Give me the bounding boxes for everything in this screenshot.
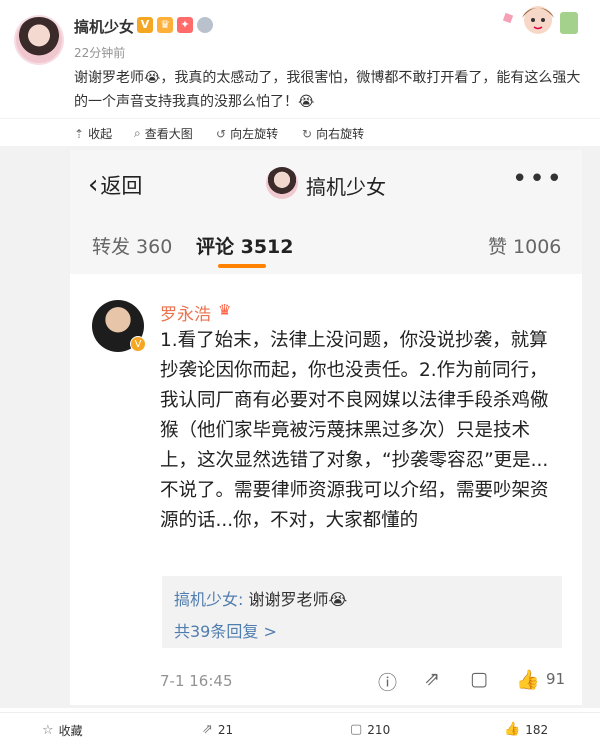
repost-icon: ⇗ — [202, 722, 213, 737]
report-icon: ⓘ — [378, 672, 398, 694]
like-button[interactable]: 👍 182 — [504, 722, 548, 737]
star-icon: ☆ — [42, 723, 54, 738]
crown-icon: ♛ — [218, 301, 232, 319]
arrow-up-icon: ⇡ — [74, 126, 85, 141]
comment-item: V 罗永浩 ♛ 1.看了始末，法律上没问题，你没说抄袭，就算抄袭论因你而起，你也… — [70, 274, 582, 705]
comment-count: 210 — [367, 722, 391, 737]
image-toolbar: ⇡ 收起 ⌕ 查看大图 ↺ 向左旋转 ↻ 向右旋转 — [0, 118, 600, 146]
thumbs-up-icon: 👍 — [516, 669, 540, 691]
rotate-left-icon: ↺ — [216, 126, 227, 141]
comment-like-count: 91 — [546, 670, 566, 688]
active-tab-indicator — [218, 264, 266, 268]
repost-button[interactable]: ⇗ 21 — [202, 722, 233, 737]
fan-badge-icon[interactable]: ✦ — [177, 17, 193, 33]
comment-text: 1.看了始末，法律上没问题，你没说抄袭，就算抄袭论因你而起，你也没责任。2.作为… — [160, 330, 549, 531]
embedded-screenshot[interactable]: ‹ 返回 搞机少女 ••• 转发 360 评论 3512 赞 1006 V 罗永… — [70, 150, 582, 705]
like-count: 182 — [525, 722, 549, 737]
post-header: 搞机少女 V ♛ ✦ 22分钟前 谢谢罗老师😭，我真的太感动了，我很害怕，微博都… — [0, 0, 600, 120]
chevron-left-icon: ‹ — [88, 170, 99, 200]
comment-button[interactable]: ▢ 210 — [350, 722, 390, 737]
cartoon-sticker-icon — [502, 6, 578, 34]
tab-comments: 评论 3512 — [196, 236, 294, 258]
magnifier-icon: ⌕ — [134, 126, 141, 140]
screenshot-tabs: 转发 360 评论 3512 赞 1006 — [70, 216, 582, 274]
favorite-label: 收藏 — [58, 724, 83, 738]
nav-avatar — [266, 167, 298, 199]
reply-preview: 搞机少女: 谢谢罗老师😭 共39条回复 > — [162, 576, 562, 648]
reply-text: 谢谢罗老师😭 — [248, 590, 348, 609]
comment-icon: ▢ — [350, 722, 363, 737]
repost-count: 21 — [217, 722, 234, 737]
rotate-left-label: 向左旋转 — [230, 127, 279, 141]
nav-title: 搞机少女 — [306, 175, 386, 199]
share-icon: ⇗ — [424, 668, 440, 690]
reply-count: 共39条回复 > — [174, 622, 277, 641]
thumbs-up-icon: 👍 — [504, 722, 521, 737]
post-footer: ☆ 收藏 ⇗ 21 ▢ 210 👍 182 — [0, 712, 600, 747]
tab-likes: 赞 1006 — [488, 236, 562, 258]
post-text: 谢谢罗老师😭，我真的太感动了，我很害怕，微博都不敢打开看了，能有这么强大的一个声… — [74, 70, 581, 110]
favorite-button[interactable]: ☆ 收藏 — [42, 722, 83, 739]
verified-badge-icon: V — [130, 336, 146, 352]
comment-time: 7-1 16:45 — [160, 672, 233, 690]
tab-repost: 转发 360 — [92, 236, 173, 258]
collapse-label: 收起 — [88, 127, 113, 141]
author-name[interactable]: 搞机少女 — [74, 16, 134, 37]
rotate-right-label: 向右旋转 — [316, 127, 365, 141]
post-time[interactable]: 22分钟前 — [74, 44, 125, 61]
back-button: ‹ 返回 — [88, 170, 142, 200]
back-label: 返回 — [100, 174, 143, 198]
rotate-right-button[interactable]: ↻ 向右旋转 — [302, 125, 364, 142]
rotate-left-button[interactable]: ↺ 向左旋转 — [216, 125, 278, 142]
reply-line: 搞机少女: 谢谢罗老师😭 — [174, 586, 347, 610]
screenshot-nav-bar: ‹ 返回 搞机少女 ••• — [70, 150, 582, 216]
medal-badge-icon[interactable] — [197, 17, 213, 33]
more-icon: ••• — [511, 164, 564, 194]
author-avatar[interactable] — [14, 15, 64, 65]
verified-badge-icon[interactable]: V — [137, 17, 153, 33]
collapse-button[interactable]: ⇡ 收起 — [74, 125, 112, 142]
commenter-name: 罗永浩 — [160, 305, 211, 325]
author-badges: V ♛ ✦ — [137, 17, 213, 33]
comment-icon: ▢ — [470, 668, 488, 690]
reply-author: 搞机少女: — [174, 590, 244, 609]
crown-badge-icon[interactable]: ♛ — [157, 17, 173, 33]
view-large-button[interactable]: ⌕ 查看大图 — [134, 125, 193, 142]
view-large-label: 查看大图 — [144, 127, 193, 141]
rotate-right-icon: ↻ — [302, 126, 313, 141]
